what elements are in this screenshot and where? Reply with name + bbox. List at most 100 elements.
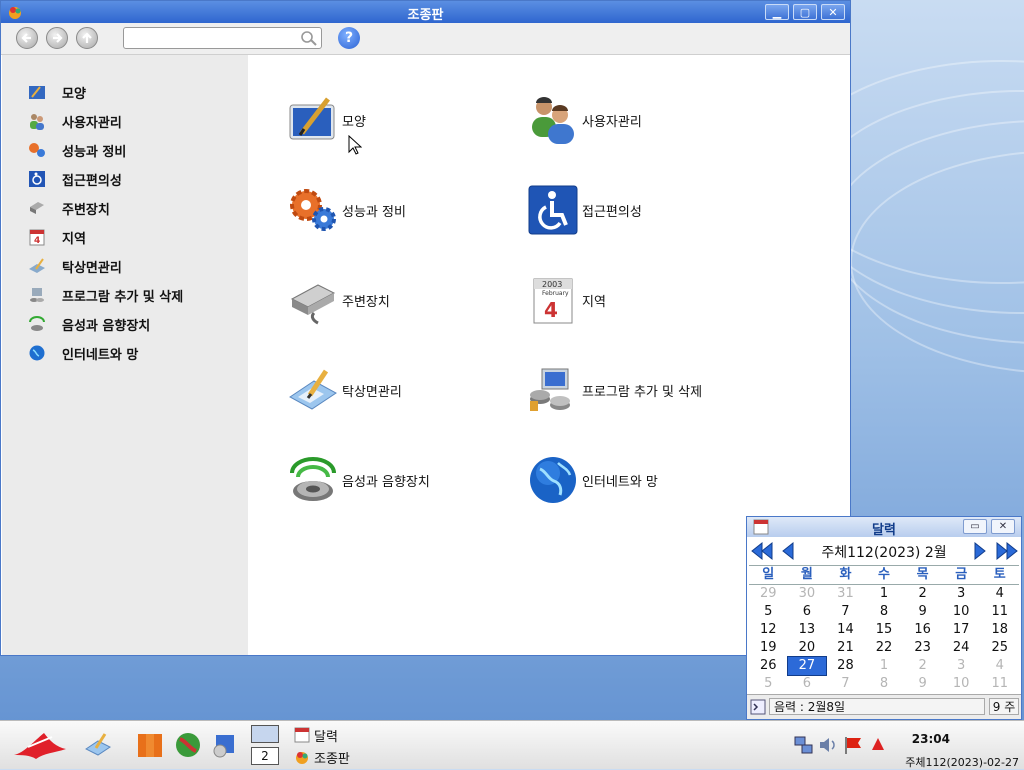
up-button[interactable] xyxy=(76,27,98,49)
calendar-day[interactable]: 26 xyxy=(749,657,788,675)
calendar-day[interactable]: 8 xyxy=(865,675,904,693)
calendar-day[interactable]: 4 xyxy=(980,657,1019,675)
maximize-button[interactable]: ▢ xyxy=(793,4,817,20)
prev-year-icon[interactable] xyxy=(750,541,774,561)
calendar-day[interactable]: 12 xyxy=(749,621,788,639)
calendar-day[interactable]: 11 xyxy=(980,603,1019,621)
sidebar-item-network[interactable]: 인터네트와 망 xyxy=(28,342,138,364)
item-performance[interactable]: 성능과 정비 xyxy=(288,185,406,235)
calendar-day[interactable]: 13 xyxy=(788,621,827,639)
sidebar-item-region[interactable]: 4 지역 xyxy=(28,226,86,248)
item-network[interactable]: 인터네트와 망 xyxy=(528,455,658,505)
calendar-close-button[interactable]: ✕ xyxy=(991,519,1015,534)
task-calendar[interactable]: 달력 xyxy=(294,725,338,745)
calendar-day[interactable]: 20 xyxy=(788,639,827,657)
calendar-day[interactable]: 23 xyxy=(903,639,942,657)
calendar-titlebar[interactable]: 달력 ▭ ✕ xyxy=(747,517,1021,538)
item-programs[interactable]: 프로그람 추가 및 삭제 xyxy=(528,365,702,415)
item-label: 주변장치 xyxy=(342,294,390,310)
search-input[interactable] xyxy=(123,27,322,49)
desktop-edit-icon[interactable] xyxy=(84,731,112,759)
sidebar-item-sound[interactable]: 음성과 음향장치 xyxy=(28,313,150,335)
workspace-1[interactable] xyxy=(251,725,279,743)
item-peripherals[interactable]: 주변장치 xyxy=(288,275,390,325)
users-icon xyxy=(532,97,574,144)
calendar-day[interactable]: 2 xyxy=(903,657,942,675)
calendar-day[interactable]: 22 xyxy=(865,639,904,657)
sidebar-item-programs[interactable]: 프로그람 추가 및 삭제 xyxy=(28,284,183,306)
calendar-day[interactable]: 9 xyxy=(903,603,942,621)
prev-month-icon[interactable] xyxy=(781,541,795,561)
calendar-day[interactable]: 25 xyxy=(980,639,1019,657)
calendar-day[interactable]: 3 xyxy=(942,657,981,675)
calendar-day[interactable]: 6 xyxy=(788,675,827,693)
wheelchair-icon xyxy=(528,185,578,235)
calendar-day[interactable]: 1 xyxy=(865,585,904,603)
media-player-icon[interactable] xyxy=(210,731,238,759)
item-desktop[interactable]: 탁상면관리 xyxy=(288,365,402,415)
close-button[interactable]: ✕ xyxy=(821,4,845,20)
calendar-day[interactable]: 15 xyxy=(865,621,904,639)
calendar-day[interactable]: 24 xyxy=(942,639,981,657)
flag-tray-icon[interactable] xyxy=(843,735,863,755)
workspace-pager[interactable]: 2 xyxy=(251,725,281,765)
forward-button[interactable] xyxy=(46,27,68,49)
calendar-day[interactable]: 30 xyxy=(788,585,827,603)
file-manager-icon[interactable] xyxy=(136,731,164,759)
calendar-day[interactable]: 19 xyxy=(749,639,788,657)
item-region[interactable]: 2003 February 4 지역 xyxy=(528,275,606,325)
task-control-panel[interactable]: 조종판 xyxy=(294,747,350,767)
calendar-day[interactable]: 2 xyxy=(903,585,942,603)
sidebar-item-users[interactable]: 사용자관리 xyxy=(28,110,122,132)
sidebar-item-accessibility[interactable]: 접근편의성 xyxy=(28,168,122,190)
start-menu-icon[interactable] xyxy=(10,727,70,763)
weekday-label: 목 xyxy=(916,567,929,582)
calendar-day[interactable]: 6 xyxy=(788,603,827,621)
next-year-icon[interactable] xyxy=(995,541,1019,561)
calendar-day[interactable]: 11 xyxy=(980,675,1019,693)
next-month-icon[interactable] xyxy=(973,541,987,561)
calendar-day[interactable]: 14 xyxy=(826,621,865,639)
window-titlebar[interactable]: 조종판 ▁ ▢ ✕ xyxy=(1,1,850,23)
minimize-button[interactable]: ▁ xyxy=(765,4,789,20)
network-tray-icon[interactable] xyxy=(794,735,814,755)
calendar-day[interactable]: 7 xyxy=(826,603,865,621)
calendar-day[interactable]: 29 xyxy=(749,585,788,603)
back-button[interactable] xyxy=(16,27,38,49)
calendar-day[interactable]: 21 xyxy=(826,639,865,657)
sidebar-item-label: 사용자관리 xyxy=(62,115,122,131)
sidebar-item-desktop[interactable]: 탁상면관리 xyxy=(28,255,122,277)
calendar-day[interactable]: 4 xyxy=(980,585,1019,603)
clock[interactable]: 23:04 xyxy=(912,732,950,746)
calendar-day[interactable]: 31 xyxy=(826,585,865,603)
item-sound[interactable]: 음성과 음향장치 xyxy=(288,455,430,505)
calendar-day[interactable]: 5 xyxy=(749,675,788,693)
calendar-day[interactable]: 8 xyxy=(865,603,904,621)
sidebar-item-performance[interactable]: 성능과 정비 xyxy=(28,139,126,161)
calendar-day[interactable]: 1 xyxy=(865,657,904,675)
help-button[interactable]: ? xyxy=(338,27,360,49)
item-users[interactable]: 사용자관리 xyxy=(528,95,642,145)
calendar-day[interactable]: 10 xyxy=(942,675,981,693)
calendar-day[interactable]: 17 xyxy=(942,621,981,639)
calendar-window: 달력 ▭ ✕ 주체112(2023) 2월 일 월 화 수 목 금 토 29 3… xyxy=(746,516,1022,720)
calendar-day[interactable]: 18 xyxy=(980,621,1019,639)
calendar-day[interactable]: 5 xyxy=(749,603,788,621)
browser-icon[interactable] xyxy=(174,731,202,759)
calendar-day[interactable]: 3 xyxy=(942,585,981,603)
item-accessibility[interactable]: 접근편의성 xyxy=(528,185,642,235)
calendar-day[interactable]: 16 xyxy=(903,621,942,639)
volume-tray-icon[interactable] xyxy=(818,735,838,755)
calendar-maximize-button[interactable]: ▭ xyxy=(963,519,987,534)
item-label: 프로그람 추가 및 삭제 xyxy=(582,384,703,400)
calendar-day[interactable]: 28 xyxy=(826,657,865,675)
sidebar-item-appearance[interactable]: 모양 xyxy=(28,81,86,103)
calendar-day-selected[interactable]: 27 xyxy=(786,656,828,676)
sidebar-item-peripherals[interactable]: 주변장치 xyxy=(28,197,110,219)
terminal-icon[interactable] xyxy=(750,699,766,715)
workspace-2[interactable]: 2 xyxy=(251,747,279,765)
calendar-day[interactable]: 7 xyxy=(826,675,865,693)
calendar-day[interactable]: 10 xyxy=(942,603,981,621)
emblem-tray-icon[interactable] xyxy=(868,735,888,755)
calendar-day[interactable]: 9 xyxy=(903,675,942,693)
